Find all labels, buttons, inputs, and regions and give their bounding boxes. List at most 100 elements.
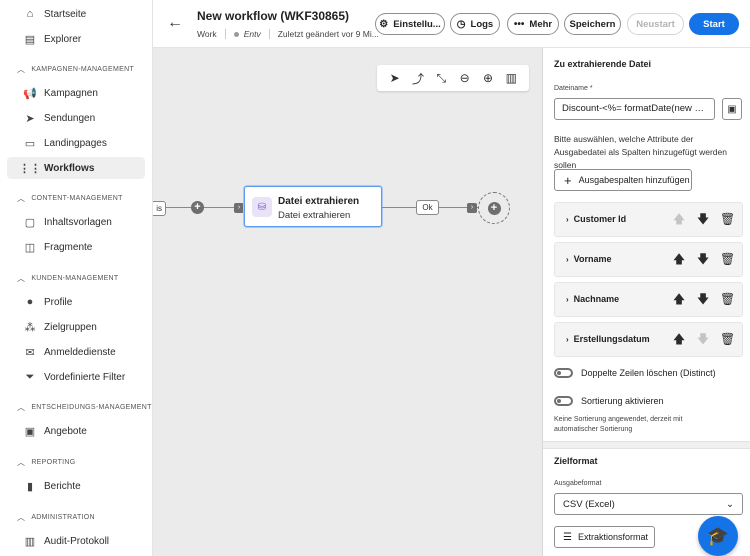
expression-icon: ▣ <box>727 103 737 115</box>
output-format-label: Ausgabeformat <box>554 480 602 487</box>
sidebar-item-berichte[interactable]: ▮ Berichte <box>7 475 145 497</box>
sort-note: Keine Sortierung angewendet, derzeit mit… <box>554 416 683 433</box>
move-down-icon[interactable]: 🡇 <box>696 292 710 306</box>
back-arrow-icon[interactable]: ← <box>167 14 183 32</box>
sidebar-item-explorer[interactable]: ▤ Explorer <box>7 28 145 50</box>
chevron-down-icon: ⌄ <box>726 498 734 510</box>
previous-node[interactable]: is <box>153 201 166 216</box>
section-kunden[interactable]: ︿ KUNDEN-MANAGEMENT <box>17 273 118 284</box>
delete-icon[interactable]: 🗑 <box>720 252 735 266</box>
help-button[interactable]: 🎓 <box>698 516 738 556</box>
pointer-icon[interactable]: ➤ <box>386 69 404 87</box>
zoom-out-icon[interactable]: ⊖ <box>456 69 474 87</box>
sidebar-item-zielgruppen[interactable]: ⁂ Zielgruppen <box>7 316 145 338</box>
section-divider <box>543 441 750 449</box>
column-row[interactable]: › Vorname 🡅 🡇 🗑 <box>554 242 743 277</box>
extraction-format-button[interactable]: ☰ Extraktionsformat <box>554 526 655 548</box>
expression-editor-button[interactable]: ▣ <box>722 98 742 120</box>
sidebar-item-workflows[interactable]: ⋮⋮ Workflows <box>7 157 145 179</box>
sidebar-item-vordefinierte-filter[interactable]: ⏷ Vordefinierte Filter <box>7 366 145 388</box>
connector-line <box>166 207 244 208</box>
column-name[interactable]: › Vorname <box>566 254 612 264</box>
sidebar-item-label: Zielgruppen <box>44 321 97 333</box>
column-row[interactable]: › Nachname 🡅 🡇 🗑 <box>554 282 743 317</box>
sort-toggle-row[interactable]: Sortierung aktivieren <box>554 396 664 406</box>
workflow-header: ← New workflow (WKF30865) Work Entv Zule… <box>153 0 750 48</box>
section-content[interactable]: ︿ CONTENT-MANAGEMENT <box>17 193 123 204</box>
distinct-toggle[interactable] <box>554 368 573 378</box>
sidebar-item-label: Audit-Protokoll <box>44 535 110 547</box>
sidebar-item-fragmente[interactable]: ◫ Fragmente <box>7 236 145 258</box>
more-label: Mehr <box>529 18 553 30</box>
sidebar-item-landingpages[interactable]: ▭ Landingpages <box>7 132 145 154</box>
delete-icon[interactable]: 🗑 <box>720 212 735 226</box>
restart-button[interactable]: Neustart <box>627 13 684 35</box>
required-asterisk: * <box>589 85 593 92</box>
logs-button[interactable]: ◷ Logs <box>450 13 500 35</box>
section-reporting[interactable]: ︿ REPORTING <box>17 457 76 468</box>
collapse-icon[interactable]: ⤡ <box>432 69 450 87</box>
sidebar-item-angebote[interactable]: ▣ Angebote <box>7 420 145 442</box>
more-button[interactable]: ••• Mehr <box>507 13 559 35</box>
sidebar-item-kampagnen[interactable]: 📢 Kampagnen <box>7 82 145 104</box>
move-down-icon[interactable]: 🡇 <box>696 252 710 266</box>
workflow-icon: ⋮⋮ <box>19 162 41 175</box>
column-name[interactable]: › Customer Id <box>566 214 626 224</box>
transition-ok[interactable]: Ok <box>416 200 439 215</box>
chevron-right-icon: › <box>566 295 569 304</box>
reroute-icon[interactable]: ⤴ <box>409 69 427 87</box>
save-button[interactable]: Speichern <box>564 13 621 35</box>
template-icon: ▢ <box>24 216 36 229</box>
move-up-icon[interactable]: 🡅 <box>672 332 686 346</box>
start-button[interactable]: Start <box>689 13 739 35</box>
add-next-activity[interactable]: + <box>478 192 510 224</box>
move-down-icon[interactable]: 🡇 <box>696 212 710 226</box>
explorer-icon: ▤ <box>24 33 36 46</box>
distinct-toggle-row[interactable]: Doppelte Zeilen löschen (Distinct) <box>554 368 716 378</box>
section-entscheidung[interactable]: ︿ ENTSCHEIDUNGS-MANAGEMENT <box>17 402 152 413</box>
activity-title: Datei extrahieren <box>278 196 360 207</box>
filename-input[interactable]: Discount-<%= formatDate(new D... <box>554 98 715 120</box>
activity-node-extract-file[interactable]: ⛁ Datei extrahieren Datei extrahieren <box>244 186 382 227</box>
chevron-up-icon: ︿ <box>17 274 26 283</box>
workflow-meta: Work Entv Zuletzt geändert vor 9 Mi... <box>197 29 379 39</box>
sidebar-item-anmeldedienste[interactable]: ✉ Anmeldedienste <box>7 341 145 363</box>
workflow-canvas[interactable]: ➤ ⤴ ⤡ ⊖ ⊕ ▥ is + › ⛁ Datei extrahieren D… <box>153 48 542 556</box>
column-label: Vorname <box>573 254 612 264</box>
add-output-columns-button[interactable]: + Ausgabespalten hinzufügen <box>554 169 692 191</box>
section-kampagnen[interactable]: ︿ KAMPAGNEN-MANAGEMENT <box>17 64 134 75</box>
delete-icon[interactable]: 🗑 <box>720 332 735 346</box>
delete-icon[interactable]: 🗑 <box>720 292 735 306</box>
chevron-up-icon: ︿ <box>17 65 26 74</box>
sidebar-item-audit-protokoll[interactable]: ▥ Audit-Protokoll <box>7 530 145 552</box>
settings-button[interactable]: ⚙ Einstellu... <box>375 13 445 35</box>
filter-icon: ⏷ <box>25 370 35 383</box>
column-row[interactable]: › Customer Id 🡅 🡇 🗑 <box>554 202 743 237</box>
output-format-select[interactable]: CSV (Excel) ⌄ <box>554 493 743 515</box>
column-name[interactable]: › Erstellungsdatum <box>566 334 650 344</box>
sidebar-item-sendungen[interactable]: ➤ Sendungen <box>7 107 145 129</box>
sidebar-item-profile[interactable]: ● Profile <box>7 291 145 313</box>
add-activity-icon[interactable]: + <box>191 201 204 214</box>
offer-icon: ▣ <box>24 425 36 438</box>
sidebar-item-startseite[interactable]: ⌂ Startseite <box>7 3 145 25</box>
sidebar-item-inhaltsvorlagen[interactable]: ▢ Inhaltsvorlagen <box>7 211 145 233</box>
zoom-in-icon[interactable]: ⊕ <box>479 69 497 87</box>
section-title: ENTSCHEIDUNGS-MANAGEMENT <box>31 404 152 411</box>
sidebar-item-label: Inhaltsvorlagen <box>44 216 112 228</box>
sidebar-item-label: Vordefinierte Filter <box>44 371 126 383</box>
move-up-icon[interactable]: 🡅 <box>672 252 686 266</box>
sort-toggle[interactable] <box>554 396 573 406</box>
workflow-title: New workflow (WKF30865) <box>197 9 350 23</box>
section-title-file: Zu extrahierende Datei <box>554 59 652 69</box>
map-icon[interactable]: ▥ <box>502 69 520 87</box>
column-name[interactable]: › Nachname <box>566 294 619 304</box>
sidebar-item-label: Angebote <box>44 425 87 437</box>
move-up-icon[interactable]: 🡅 <box>672 212 686 226</box>
move-down-icon[interactable]: 🡇 <box>696 332 710 346</box>
move-up-icon[interactable]: 🡅 <box>672 292 686 306</box>
section-administration[interactable]: ︿ ADMINISTRATION <box>17 512 95 523</box>
column-row[interactable]: › Erstellungsdatum 🡅 🡇 🗑 <box>554 322 743 357</box>
chevron-up-icon: ︿ <box>17 458 26 467</box>
section-title: KAMPAGNEN-MANAGEMENT <box>31 66 135 73</box>
